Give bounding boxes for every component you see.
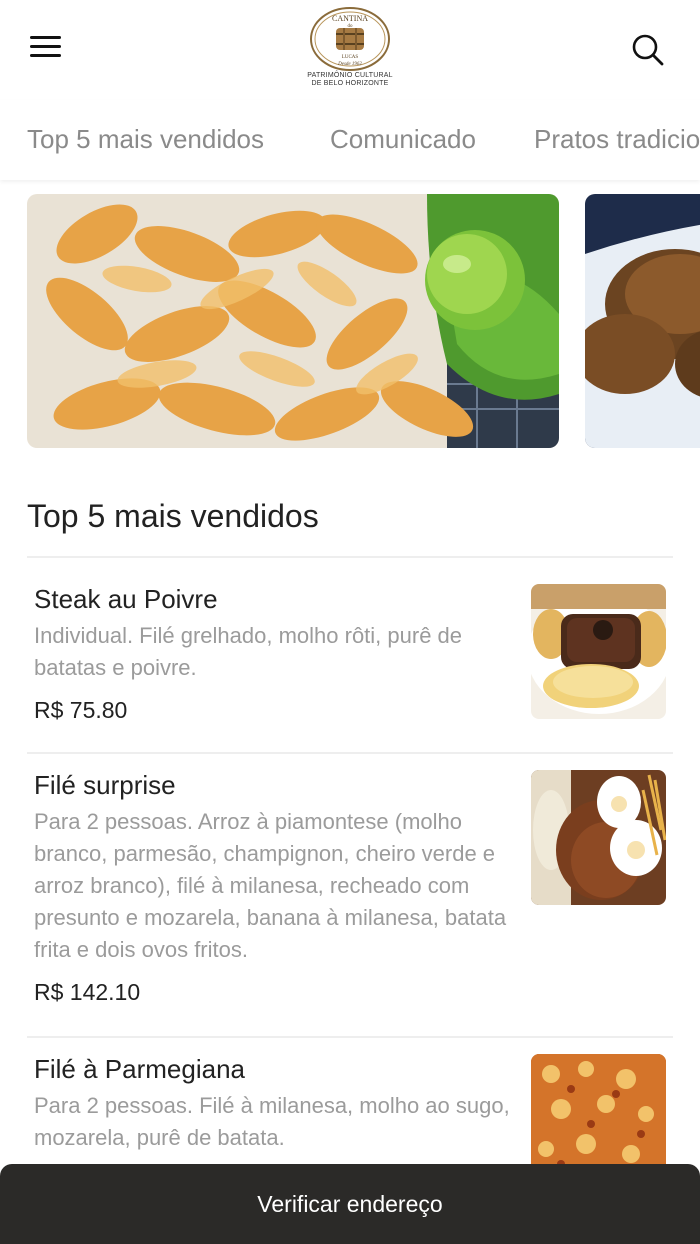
hamburger-menu-icon[interactable] — [30, 36, 64, 64]
banner-slide-croquettes[interactable] — [585, 194, 700, 448]
item-name: Filé à Parmegiana — [34, 1054, 245, 1084]
logo-emblem: CANTINA do LUCAS Desde 1962 — [310, 7, 390, 71]
banner-slide-fried-fish[interactable] — [27, 194, 559, 448]
item-description: Para 2 pessoas. Filé à milanesa, molho a… — [34, 1093, 510, 1150]
svg-text:LUCAS: LUCAS — [342, 55, 359, 60]
category-tabs: Top 5 mais vendidos Comunicado Pratos tr… — [0, 100, 700, 180]
item-name: Steak au Poivre — [34, 584, 218, 614]
search-icon[interactable] — [630, 32, 666, 68]
tab-pratos-tradicionais[interactable]: Pratos tradicionais — [534, 124, 700, 155]
svg-text:CANTINA: CANTINA — [332, 14, 368, 23]
item-price: R$ 75.80 — [34, 697, 128, 723]
divider — [27, 556, 673, 558]
logo-tagline-1: PATRIMÔNIO CULTURAL — [307, 72, 393, 79]
app-header: CANTINA do LUCAS Desde 1962 PATRIMÔNIO C… — [0, 0, 700, 100]
verify-address-button[interactable]: Verificar endereço — [0, 1164, 700, 1244]
restaurant-logo[interactable]: CANTINA do LUCAS Desde 1962 PATRIMÔNIO C… — [306, 6, 394, 96]
menu-item-steak-au-poivre[interactable]: Steak au Poivre Individual. Filé grelhad… — [27, 560, 673, 754]
tab-top-5[interactable]: Top 5 mais vendidos — [27, 124, 264, 155]
logo-tagline-2: DE BELO HORIZONTE — [311, 80, 389, 87]
banner-carousel[interactable] — [0, 194, 700, 448]
item-description: Individual. Filé grelhado, molho rôti, p… — [34, 623, 463, 680]
item-price: R$ 142.10 — [34, 979, 141, 1005]
tab-comunicado[interactable]: Comunicado — [330, 124, 476, 155]
divider — [27, 1036, 673, 1038]
item-name: Filé surprise — [34, 770, 176, 800]
item-description: Para 2 pessoas. Arroz à piamontese (molh… — [34, 809, 507, 962]
svg-text:Desde 1962: Desde 1962 — [337, 62, 362, 67]
menu-item-file-surprise[interactable]: Filé surprise Para 2 pessoas. Arroz à pi… — [27, 756, 673, 1038]
section-title: Top 5 mais vendidos — [27, 498, 319, 534]
item-photo — [531, 584, 666, 719]
divider — [27, 752, 673, 754]
item-photo — [531, 770, 666, 905]
menu-item-file-parmegiana[interactable]: Filé à Parmegiana Para 2 pessoas. Filé à… — [27, 1040, 673, 1189]
